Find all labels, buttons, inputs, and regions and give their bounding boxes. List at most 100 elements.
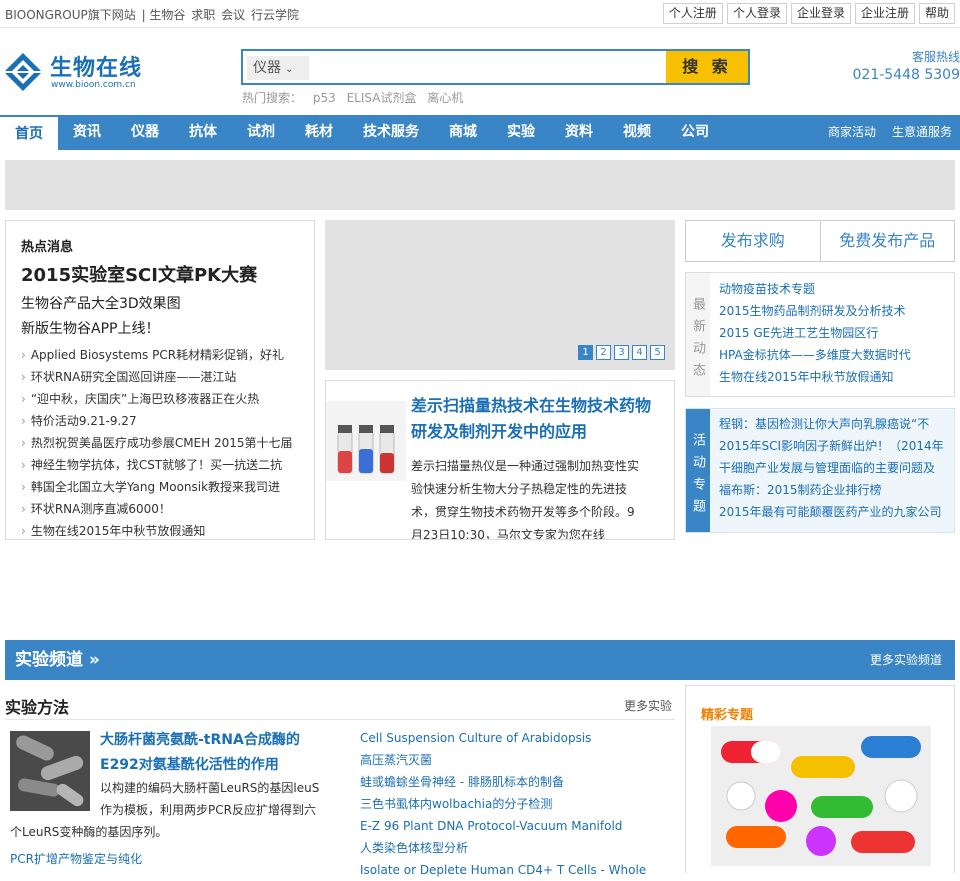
vials-image[interactable] (326, 401, 406, 481)
nav-antibodies[interactable]: 抗体 (174, 115, 232, 150)
list-item[interactable]: 2015年SCI影响因子新鲜出炉！（2014年 (719, 435, 944, 457)
list-item[interactable]: 福布斯：2015制药企业排行榜 (719, 479, 944, 501)
more-methods-link[interactable]: 更多实验 (624, 697, 672, 714)
list-item[interactable]: 韩国全北国立大学Yang Moonsik教授来我司进 (21, 476, 293, 498)
post-purchase-button[interactable]: 发布求购 (686, 221, 821, 261)
help-button[interactable]: 帮助 (918, 3, 955, 24)
list-item[interactable]: 2015生物药品制剂研发及分析技术 (719, 300, 911, 322)
nav-consumables[interactable]: 耗材 (290, 115, 348, 150)
special-topics-panel: 精彩专题 (685, 685, 955, 873)
hot-search-term[interactable]: 离心机 (427, 91, 463, 105)
list-item[interactable]: 动物疫苗技术专题 (719, 278, 911, 300)
logo-name: 生物在线 (50, 56, 143, 81)
event-topics-panel: 活动专题 程钢：基因检测让你大声向乳腺癌说“不 2015年SCI影响因子新鲜出炉… (685, 408, 955, 533)
personal-login-button[interactable]: 个人登录 (726, 3, 787, 24)
list-item[interactable]: “迎中秋，庆国庆”上海巴玖移液器正在火热 (21, 388, 293, 410)
company-login-button[interactable]: 企业登录 (790, 3, 851, 24)
chevron-down-icon: ⌄ (285, 64, 294, 75)
feature-title[interactable]: 差示扫描量热技术在生物技术药物研发及制剂开发中的应用 (411, 393, 656, 445)
latest-news-panel: 最新动态 动物疫苗技术专题 2015生物药品制剂研发及分析技术 2015 GE先… (685, 272, 955, 397)
list-item[interactable]: HPA金标抗体——多维度大数据时代 (719, 344, 911, 366)
list-item[interactable]: Cell Suspension Culture of Arabidopsis (360, 727, 646, 749)
slider-page-button[interactable]: 5 (650, 345, 665, 360)
nav-reagents[interactable]: 试剂 (232, 115, 290, 150)
list-item[interactable]: 程钢：基因检测让你大声向乳腺癌说“不 (719, 413, 944, 435)
nav-companies[interactable]: 公司 (666, 115, 724, 150)
experiment-channel-bar: 实验频道 » 更多实验频道 (5, 640, 955, 680)
site-logo[interactable]: 生物在线 www.bioon.com.cn (3, 46, 163, 94)
slider-pagination: 1 2 3 4 5 (575, 345, 665, 360)
company-register-button[interactable]: 企业注册 (854, 3, 915, 24)
hot-search-term[interactable]: p53 (313, 91, 336, 105)
topics-list: 程钢：基因检测让你大声向乳腺癌说“不 2015年SCI影响因子新鲜出炉！（201… (719, 413, 944, 523)
search-category-select[interactable]: 仪器 ⌄ (247, 56, 309, 80)
list-item[interactable]: 热烈祝贺美晶医疗成功参展CMEH 2015第十七届 (21, 432, 293, 454)
list-item[interactable]: 生物在线2015年中秋节放假通知 (719, 366, 911, 388)
method-link[interactable]: PCR扩增产物鉴定与纯化 (10, 850, 142, 867)
hot-news-heading: 热点消息 (21, 240, 74, 255)
nav-mall[interactable]: 商城 (434, 115, 492, 150)
slider-page-button[interactable]: 2 (596, 345, 611, 360)
nav-business-service[interactable]: 生意通服务 (892, 115, 952, 150)
list-item[interactable]: Applied Biosystems PCR耗材精彩促销，好礼 (21, 344, 293, 366)
free-publish-button[interactable]: 免费发布产品 (821, 221, 955, 261)
list-item[interactable]: 干细胞产业发展与管理面临的主要问题及 (719, 457, 944, 479)
nav-news[interactable]: 资讯 (58, 115, 116, 150)
list-item[interactable]: Isolate or Deplete Human CD4+ T Cells - … (360, 859, 646, 881)
list-item[interactable]: 2015年最有可能颠覆医药产业的九家公司 (719, 501, 944, 523)
hot-searches: 热门搜索： p53 ELISA试剂盒 离心机 (242, 89, 470, 106)
list-item[interactable]: 蛙或蟾蜍坐骨神经 - 腓肠肌标本的制备 (360, 771, 646, 793)
nav-experiments[interactable]: 实验 (492, 115, 550, 150)
service-hotline: 客服热线 021-5448 5309 (853, 48, 960, 83)
topics-label: 活动专题 (686, 409, 710, 532)
list-item[interactable]: E-Z 96 Plant DNA Protocol-Vacuum Manifol… (360, 815, 646, 837)
slider-page-button[interactable]: 4 (632, 345, 647, 360)
list-item[interactable]: 环状RNA测序直减6000！ (21, 498, 293, 520)
search-bar: 仪器 ⌄ 搜 索 (241, 49, 750, 85)
list-item[interactable]: 三色书虱体内wolbachia的分子检测 (360, 793, 646, 815)
latest-list: 动物疫苗技术专题 2015生物药品制剂研发及分析技术 2015 GE先进工艺生物… (719, 278, 911, 388)
method-title[interactable]: 大肠杆菌亮氨酰-tRNA合成酶的E292对氨基酰化活性的作用 (100, 728, 315, 778)
top-link-meeting[interactable]: 会议 (221, 8, 245, 22)
hot-news-headline[interactable]: 2015实验室SCI文章PK大赛 (21, 261, 257, 287)
more-channels-link[interactable]: 更多实验频道 (870, 640, 942, 680)
slider-page-button[interactable]: 1 (578, 345, 593, 360)
ad-banner[interactable] (5, 160, 955, 210)
personal-register-button[interactable]: 个人注册 (662, 3, 723, 24)
channel-title[interactable]: 实验频道 » (15, 640, 100, 680)
hot-search-label: 热门搜索： (242, 91, 303, 105)
slider-page-button[interactable]: 3 (614, 345, 629, 360)
method-desc-line: 以构建的编码大肠杆菌LeuRS的基因leuS (100, 781, 320, 795)
site-group-link[interactable]: BIOONGROUP旗下网站 (5, 8, 136, 22)
hot-news-list: Applied Biosystems PCR耗材精彩促销，好礼 环状RNA研究全… (21, 344, 293, 539)
pills-image[interactable] (711, 726, 931, 866)
special-title: 精彩专题 (701, 708, 754, 723)
divider (5, 719, 675, 720)
list-item[interactable]: 环状RNA研究全国巡回讲座——湛江站 (21, 366, 293, 388)
method-desc-line: 个LeuRS变种酶的基因序列。 (10, 825, 168, 839)
hot-news-sub[interactable]: 新版生物谷APP上线！ (21, 318, 159, 338)
list-item[interactable]: 人类染色体核型分析 (360, 837, 646, 859)
list-item[interactable]: 生物在线2015年中秋节放假通知 (21, 520, 293, 539)
top-link-academy[interactable]: 行云学院 (251, 8, 299, 22)
list-item[interactable]: 特价活动9.21-9.27 (21, 410, 293, 432)
nav-tech-services[interactable]: 技术服务 (348, 115, 434, 150)
logo-url: www.bioon.com.cn (51, 80, 136, 90)
nav-resources[interactable]: 资料 (550, 115, 608, 150)
top-link-jobs[interactable]: 求职 (191, 8, 215, 22)
search-button[interactable]: 搜 索 (666, 51, 748, 83)
main-nav: 首页 资讯 仪器 抗体 试剂 耗材 技术服务 商城 实验 资料 视频 公司 商家… (0, 115, 960, 150)
list-item[interactable]: 神经生物学抗体，找CST就够了！买一抗送二抗 (21, 454, 293, 476)
list-item[interactable]: 高压蒸汽灭菌 (360, 749, 646, 771)
hot-news-sub[interactable]: 生物谷产品大全3D效果图 (21, 293, 181, 313)
nav-instruments[interactable]: 仪器 (116, 115, 174, 150)
nav-merchant-events[interactable]: 商家活动 (828, 115, 876, 150)
top-link-bioon[interactable]: 生物谷 (149, 8, 185, 22)
nav-home[interactable]: 首页 (0, 115, 58, 150)
latest-label: 最新动态 (686, 273, 710, 396)
nav-videos[interactable]: 视频 (608, 115, 666, 150)
method-desc-line: 作为模板，利用两步PCR反应扩增得到六 (100, 803, 316, 817)
hot-search-term[interactable]: ELISA试剂盒 (347, 91, 417, 105)
image-slider[interactable]: 1 2 3 4 5 (325, 220, 675, 370)
list-item[interactable]: 2015 GE先进工艺生物园区行 (719, 322, 911, 344)
